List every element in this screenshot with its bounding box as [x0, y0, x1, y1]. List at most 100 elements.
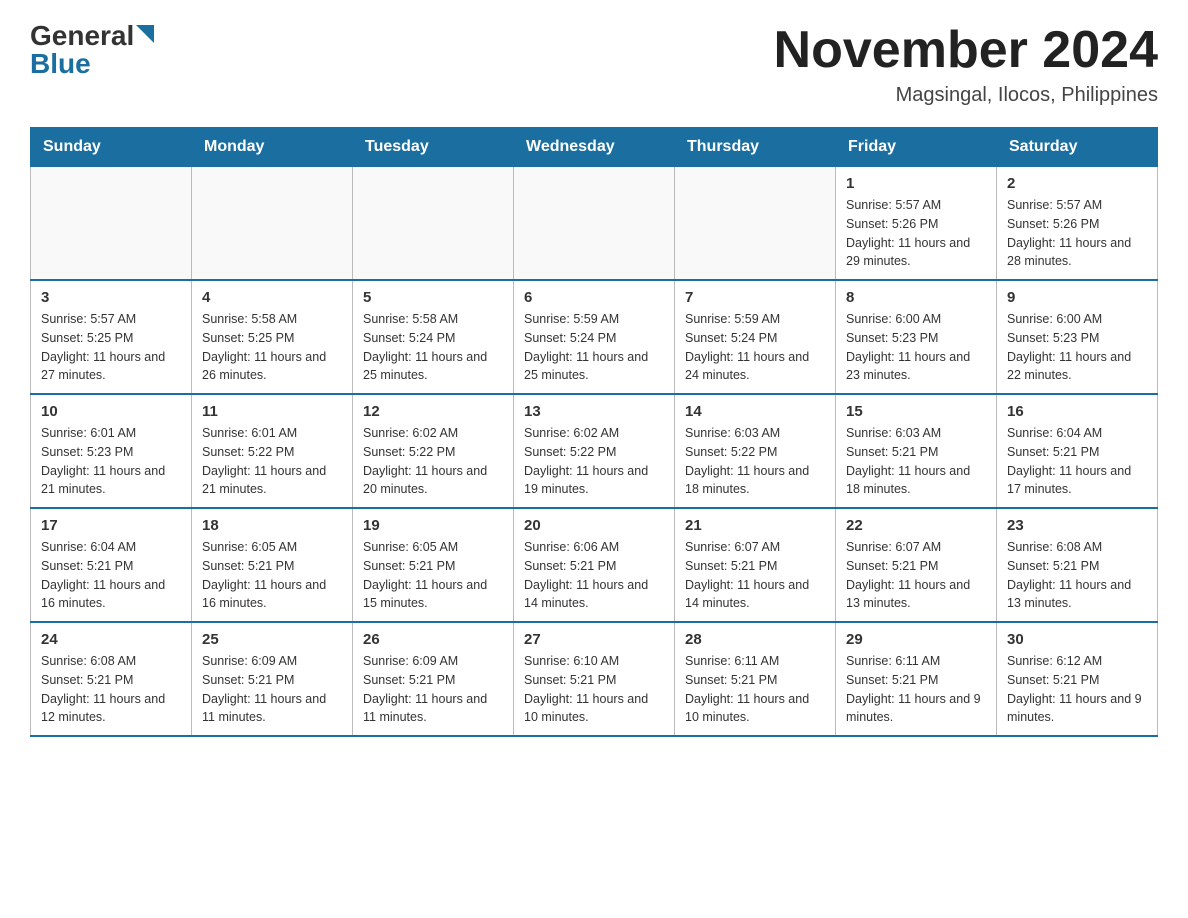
day-number: 17: [41, 517, 181, 534]
calendar-cell: 28 Sunrise: 6:11 AMSunset: 5:21 PMDayligh…: [675, 622, 836, 736]
day-info: Sunrise: 6:12 AMSunset: 5:21 PMDaylight:…: [1007, 652, 1147, 727]
day-info: Sunrise: 6:02 AMSunset: 5:22 PMDaylight:…: [363, 424, 503, 499]
logo-triangle-icon: [136, 25, 154, 43]
day-info: Sunrise: 6:02 AMSunset: 5:22 PMDaylight:…: [524, 424, 664, 499]
day-number: 9: [1007, 289, 1147, 306]
day-info: Sunrise: 5:57 AMSunset: 5:25 PMDaylight:…: [41, 310, 181, 385]
calendar-cell: 6 Sunrise: 5:59 AMSunset: 5:24 PMDaylight…: [514, 280, 675, 394]
calendar-cell: 19 Sunrise: 6:05 AMSunset: 5:21 PMDayligh…: [353, 508, 514, 622]
day-info: Sunrise: 6:09 AMSunset: 5:21 PMDaylight:…: [363, 652, 503, 727]
calendar-table: SundayMondayTuesdayWednesdayThursdayFrid…: [30, 127, 1158, 737]
day-number: 19: [363, 517, 503, 534]
calendar-cell: 27 Sunrise: 6:10 AMSunset: 5:21 PMDayligh…: [514, 622, 675, 736]
day-info: Sunrise: 5:59 AMSunset: 5:24 PMDaylight:…: [685, 310, 825, 385]
day-info: Sunrise: 6:01 AMSunset: 5:22 PMDaylight:…: [202, 424, 342, 499]
day-number: 27: [524, 631, 664, 648]
day-number: 7: [685, 289, 825, 306]
day-info: Sunrise: 6:07 AMSunset: 5:21 PMDaylight:…: [685, 538, 825, 613]
day-info: Sunrise: 5:59 AMSunset: 5:24 PMDaylight:…: [524, 310, 664, 385]
day-info: Sunrise: 5:58 AMSunset: 5:25 PMDaylight:…: [202, 310, 342, 385]
day-info: Sunrise: 5:57 AMSunset: 5:26 PMDaylight:…: [1007, 196, 1147, 271]
day-number: 2: [1007, 175, 1147, 192]
day-number: 11: [202, 403, 342, 420]
day-number: 23: [1007, 517, 1147, 534]
day-info: Sunrise: 6:08 AMSunset: 5:21 PMDaylight:…: [41, 652, 181, 727]
weekday-header-tuesday: Tuesday: [353, 128, 514, 167]
calendar-cell: 11 Sunrise: 6:01 AMSunset: 5:22 PMDayligh…: [192, 394, 353, 508]
calendar-cell: 2 Sunrise: 5:57 AMSunset: 5:26 PMDaylight…: [997, 167, 1158, 281]
calendar-week-2: 3 Sunrise: 5:57 AMSunset: 5:25 PMDaylight…: [31, 280, 1158, 394]
calendar-cell: 24 Sunrise: 6:08 AMSunset: 5:21 PMDayligh…: [31, 622, 192, 736]
day-info: Sunrise: 6:09 AMSunset: 5:21 PMDaylight:…: [202, 652, 342, 727]
calendar-cell: 12 Sunrise: 6:02 AMSunset: 5:22 PMDayligh…: [353, 394, 514, 508]
day-info: Sunrise: 6:03 AMSunset: 5:21 PMDaylight:…: [846, 424, 986, 499]
day-number: 16: [1007, 403, 1147, 420]
weekday-header-thursday: Thursday: [675, 128, 836, 167]
calendar-cell: [31, 167, 192, 281]
calendar-cell: 23 Sunrise: 6:08 AMSunset: 5:21 PMDayligh…: [997, 508, 1158, 622]
day-number: 25: [202, 631, 342, 648]
calendar-cell: 20Sunrise: 6:06 AMSunset: 5:21 PMDayligh…: [514, 508, 675, 622]
calendar-cell: [514, 167, 675, 281]
day-number: 6: [524, 289, 664, 306]
weekday-header-sunday: Sunday: [31, 128, 192, 167]
day-number: 10: [41, 403, 181, 420]
day-number: 21: [685, 517, 825, 534]
day-number: 15: [846, 403, 986, 420]
calendar-cell: 30 Sunrise: 6:12 AMSunset: 5:21 PMDayligh…: [997, 622, 1158, 736]
calendar-cell: 18 Sunrise: 6:05 AMSunset: 5:21 PMDayligh…: [192, 508, 353, 622]
day-number: 18: [202, 517, 342, 534]
day-number: 1: [846, 175, 986, 192]
calendar-week-1: 1 Sunrise: 5:57 AMSunset: 5:26 PMDaylight…: [31, 167, 1158, 281]
day-number: 28: [685, 631, 825, 648]
title-block: November 2024 Magsingal, Ilocos, Philipp…: [774, 20, 1158, 107]
calendar-cell: 7 Sunrise: 5:59 AMSunset: 5:24 PMDaylight…: [675, 280, 836, 394]
day-info: Sunrise: 6:05 AMSunset: 5:21 PMDaylight:…: [202, 538, 342, 613]
calendar-cell: 21 Sunrise: 6:07 AMSunset: 5:21 PMDayligh…: [675, 508, 836, 622]
weekday-header-monday: Monday: [192, 128, 353, 167]
calendar-week-5: 24 Sunrise: 6:08 AMSunset: 5:21 PMDayligh…: [31, 622, 1158, 736]
weekday-header-row: SundayMondayTuesdayWednesdayThursdayFrid…: [31, 128, 1158, 167]
day-info: Sunrise: 6:00 AMSunset: 5:23 PMDaylight:…: [1007, 310, 1147, 385]
calendar-cell: 4 Sunrise: 5:58 AMSunset: 5:25 PMDaylight…: [192, 280, 353, 394]
calendar-cell: 3 Sunrise: 5:57 AMSunset: 5:25 PMDaylight…: [31, 280, 192, 394]
calendar-cell: 15 Sunrise: 6:03 AMSunset: 5:21 PMDayligh…: [836, 394, 997, 508]
day-number: 13: [524, 403, 664, 420]
weekday-header-wednesday: Wednesday: [514, 128, 675, 167]
day-info: Sunrise: 6:07 AMSunset: 5:21 PMDaylight:…: [846, 538, 986, 613]
day-info: Sunrise: 6:11 AMSunset: 5:21 PMDaylight:…: [846, 652, 986, 727]
day-number: 30: [1007, 631, 1147, 648]
calendar-week-4: 17 Sunrise: 6:04 AMSunset: 5:21 PMDayligh…: [31, 508, 1158, 622]
day-number: 3: [41, 289, 181, 306]
calendar-cell: 25 Sunrise: 6:09 AMSunset: 5:21 PMDayligh…: [192, 622, 353, 736]
day-info: Sunrise: 5:58 AMSunset: 5:24 PMDaylight:…: [363, 310, 503, 385]
logo-blue: Blue: [30, 48, 91, 80]
calendar-cell: [353, 167, 514, 281]
day-info: Sunrise: 6:08 AMSunset: 5:21 PMDaylight:…: [1007, 538, 1147, 613]
day-number: 5: [363, 289, 503, 306]
day-number: 12: [363, 403, 503, 420]
day-info: Sunrise: 6:10 AMSunset: 5:21 PMDaylight:…: [524, 652, 664, 727]
day-number: 24: [41, 631, 181, 648]
calendar-week-3: 10 Sunrise: 6:01 AMSunset: 5:23 PMDayligh…: [31, 394, 1158, 508]
weekday-header-saturday: Saturday: [997, 128, 1158, 167]
calendar-cell: 1Sunrise: 5:57 AMSunset: 5:26 PMDaylight…: [836, 167, 997, 281]
calendar-cell: 9 Sunrise: 6:00 AMSunset: 5:23 PMDaylight…: [997, 280, 1158, 394]
calendar-cell: 10 Sunrise: 6:01 AMSunset: 5:23 PMDayligh…: [31, 394, 192, 508]
month-year: November 2024: [774, 20, 1158, 80]
page-header: General Blue November 2024 Magsingal, Il…: [30, 20, 1158, 107]
day-info: Sunrise: 6:03 AMSunset: 5:22 PMDaylight:…: [685, 424, 825, 499]
day-number: 4: [202, 289, 342, 306]
weekday-header-friday: Friday: [836, 128, 997, 167]
day-number: 29: [846, 631, 986, 648]
calendar-cell: 16Sunrise: 6:04 AMSunset: 5:21 PMDayligh…: [997, 394, 1158, 508]
day-info: Sunrise: 6:01 AMSunset: 5:23 PMDaylight:…: [41, 424, 181, 499]
calendar-cell: 14Sunrise: 6:03 AMSunset: 5:22 PMDayligh…: [675, 394, 836, 508]
day-info: Sunrise: 6:06 AMSunset: 5:21 PMDaylight:…: [524, 538, 664, 613]
calendar-cell: 8Sunrise: 6:00 AMSunset: 5:23 PMDaylight…: [836, 280, 997, 394]
day-info: Sunrise: 6:05 AMSunset: 5:21 PMDaylight:…: [363, 538, 503, 613]
day-info: Sunrise: 6:04 AMSunset: 5:21 PMDaylight:…: [41, 538, 181, 613]
day-number: 22: [846, 517, 986, 534]
day-info: Sunrise: 6:11 AMSunset: 5:21 PMDaylight:…: [685, 652, 825, 727]
calendar-cell: 17 Sunrise: 6:04 AMSunset: 5:21 PMDayligh…: [31, 508, 192, 622]
